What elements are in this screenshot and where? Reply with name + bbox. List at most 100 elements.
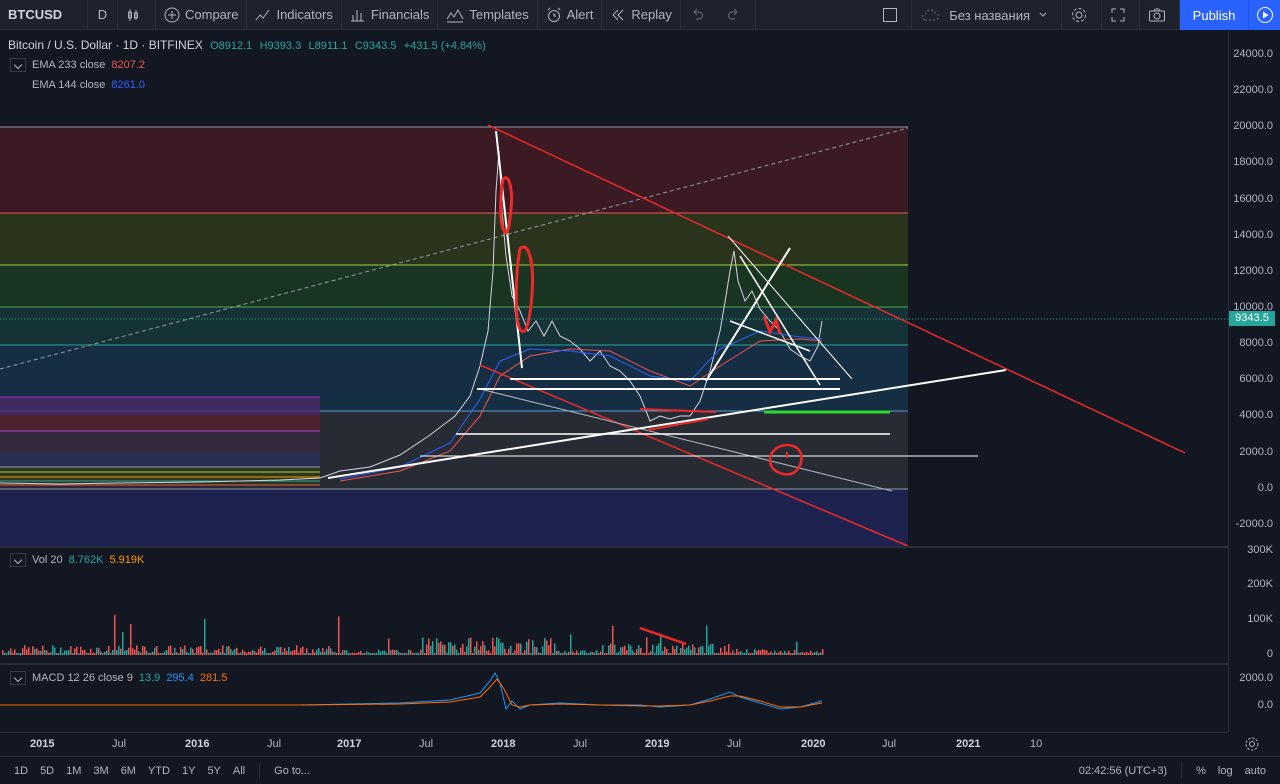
volume-bar xyxy=(748,653,750,655)
volume-bar xyxy=(800,652,802,655)
percent-toggle[interactable]: % xyxy=(1190,765,1212,777)
volume-bar xyxy=(684,649,686,655)
volume-bar xyxy=(734,653,736,655)
volume-bar xyxy=(516,643,518,655)
volume-bar xyxy=(96,647,98,655)
volume-bar xyxy=(760,650,762,655)
volume-legend[interactable]: Vol 20 8.762K 5.919K xyxy=(10,553,144,567)
price-axis-label: 4000.0 xyxy=(1239,409,1273,421)
layout-name-button[interactable]: Без названия xyxy=(912,0,1062,30)
volume-bar xyxy=(576,650,578,655)
volume-bar xyxy=(452,645,454,655)
range-5y-button[interactable]: 5Y xyxy=(201,765,226,777)
volume-bar xyxy=(796,641,798,655)
range-3m-button[interactable]: 3M xyxy=(87,765,114,777)
clock-label[interactable]: 02:42:56 (UTC+3) xyxy=(1073,765,1173,777)
time-axis-label: 2021 xyxy=(956,738,981,750)
volume-bar xyxy=(256,652,258,655)
volume-bar xyxy=(72,653,74,655)
volume-bar xyxy=(194,653,196,655)
macd-value-3: 281.5 xyxy=(199,672,228,684)
volume-bar xyxy=(634,653,636,655)
collapse-macd-toggle[interactable] xyxy=(10,671,26,685)
volume-bar xyxy=(478,649,480,655)
volume-bar xyxy=(762,649,764,655)
interval-button[interactable]: D xyxy=(88,0,118,30)
fib-zone-2 xyxy=(0,213,908,265)
range-1d-button[interactable]: 1D xyxy=(8,765,34,777)
volume-bar xyxy=(444,644,446,655)
range-6m-button[interactable]: 6M xyxy=(115,765,142,777)
volume-bar xyxy=(526,641,528,655)
axis-settings-icon[interactable] xyxy=(1244,736,1260,752)
volume-bar xyxy=(280,647,282,655)
volume-pane[interactable]: Vol 20 8.762K 5.919K xyxy=(0,548,1228,663)
volume-bar xyxy=(298,652,300,655)
settings-button[interactable] xyxy=(1062,0,1102,30)
ema-233-legend[interactable]: EMA 233 close 8207.2 xyxy=(10,58,145,72)
volume-bar xyxy=(666,648,668,655)
publish-button[interactable]: Publish xyxy=(1180,0,1248,30)
fullscreen-button[interactable] xyxy=(1102,0,1140,30)
volume-bar xyxy=(522,653,524,655)
volume-bar xyxy=(554,643,556,655)
volume-bar xyxy=(662,651,664,655)
compare-button[interactable]: Compare xyxy=(156,0,248,30)
volume-bar xyxy=(334,651,336,655)
log-toggle[interactable]: log xyxy=(1212,765,1239,777)
volume-bar xyxy=(232,651,234,655)
time-axis-label: 2016 xyxy=(185,738,210,750)
volume-bar xyxy=(562,653,564,655)
auto-toggle[interactable]: auto xyxy=(1239,765,1272,777)
fib-retracement-small-drawing[interactable] xyxy=(0,396,320,486)
volume-bar xyxy=(2,650,4,655)
replay-button[interactable]: Replay xyxy=(602,0,681,30)
volume-bar xyxy=(88,653,90,655)
volume-bar xyxy=(640,647,642,655)
ema-144-legend[interactable]: EMA 144 close 8261.0 xyxy=(32,79,145,91)
volume-bar xyxy=(672,645,674,655)
chart-style-button[interactable] xyxy=(118,0,156,30)
macd-legend[interactable]: MACD 12 26 close 9 13.9 295.4 281.5 xyxy=(10,671,227,685)
alert-button[interactable]: Alert xyxy=(538,0,603,30)
collapse-legend-toggle[interactable] xyxy=(10,58,26,72)
volume-bar xyxy=(252,649,254,655)
range-all-button[interactable]: All xyxy=(227,765,251,777)
volume-bar xyxy=(484,645,486,655)
templates-button[interactable]: Templates xyxy=(438,0,538,30)
change-value: +431.5 (+4.84%) xyxy=(403,40,486,52)
undo-icon xyxy=(693,8,703,19)
volume-bar xyxy=(450,642,452,655)
time-axis[interactable]: 2015 Jul 2016 Jul 2017 Jul 2018 Jul 2019… xyxy=(0,732,1259,754)
range-5d-button[interactable]: 5D xyxy=(34,765,60,777)
time-axis-label: 2018 xyxy=(491,738,516,750)
collapse-volume-toggle[interactable] xyxy=(10,553,26,567)
redo-button[interactable] xyxy=(718,0,756,30)
volume-bar xyxy=(456,649,458,655)
volume-bar xyxy=(816,651,818,655)
undo-button[interactable] xyxy=(681,0,718,30)
volume-bar xyxy=(558,651,560,655)
time-axis-label: 2015 xyxy=(30,738,55,750)
price-axis[interactable]: 24000.0 22000.0 20000.0 18000.0 16000.0 … xyxy=(1228,31,1280,732)
financials-button[interactable]: Financials xyxy=(342,0,439,30)
volume-bar xyxy=(498,638,500,655)
snapshot-button[interactable] xyxy=(1140,0,1180,30)
range-1m-button[interactable]: 1M xyxy=(60,765,87,777)
range-ytd-button[interactable]: YTD xyxy=(142,765,176,777)
volume-bar xyxy=(770,651,772,655)
range-1y-button[interactable]: 1Y xyxy=(176,765,201,777)
goto-button[interactable]: Go to... xyxy=(268,765,316,777)
price-chart-canvas[interactable] xyxy=(0,31,1228,546)
volume-bar xyxy=(76,646,78,655)
macd-pane[interactable]: MACD 12 26 close 9 13.9 295.4 281.5 xyxy=(0,665,1228,732)
main-chart-pane[interactable]: Bitcoin / U.S. Dollar · 1D · BITFINEX O8… xyxy=(0,31,1228,546)
volume-bar xyxy=(344,650,346,655)
volume-bar xyxy=(716,653,718,655)
volume-bar xyxy=(20,653,22,655)
layout-toggle-button[interactable] xyxy=(874,0,913,30)
volume-bar xyxy=(242,649,244,655)
symbol-search-button[interactable]: BTCUSD xyxy=(0,0,88,30)
indicators-button[interactable]: Indicators xyxy=(247,0,342,30)
play-button[interactable] xyxy=(1248,0,1280,30)
